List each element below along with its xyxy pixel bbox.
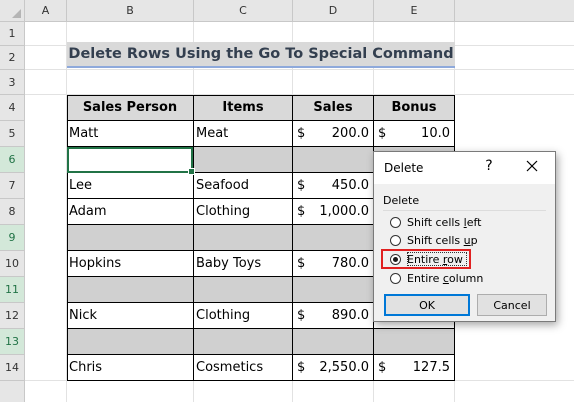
bonus-value: 127.5 (412, 360, 450, 375)
option-label: Shift cells left (407, 215, 482, 229)
column-header-d[interactable]: D (293, 0, 374, 22)
cell-blank[interactable] (67, 225, 194, 251)
column-header-a[interactable]: A (25, 0, 67, 22)
currency-symbol: $ (297, 204, 306, 219)
active-cell-selection[interactable] (67, 147, 195, 175)
cell-bonus[interactable]: $10.0 (374, 121, 455, 147)
cell-blank[interactable] (293, 277, 374, 303)
header-sales-person[interactable]: Sales Person (67, 95, 194, 121)
row-header-3[interactable]: 3 (0, 70, 25, 95)
cell-blank[interactable] (194, 147, 293, 173)
radio-button[interactable] (390, 272, 401, 284)
column-header-e[interactable]: E (374, 0, 455, 22)
header-bonus[interactable]: Bonus (374, 95, 455, 121)
sheet-title[interactable]: Delete Rows Using the Go To Special Comm… (67, 42, 455, 68)
column-header-c[interactable]: C (194, 0, 293, 22)
fill-handle[interactable] (188, 168, 195, 175)
cell-blank[interactable] (293, 225, 374, 251)
cell-sales[interactable]: $1,000.0 (293, 199, 374, 225)
cell-blank[interactable] (293, 329, 374, 355)
cell-blank[interactable] (293, 147, 374, 173)
cell-sales[interactable]: $450.0 (293, 173, 374, 199)
row-header-2[interactable]: 2 (0, 46, 25, 70)
cancel-button[interactable]: Cancel (477, 294, 547, 316)
currency-symbol: $ (297, 360, 306, 375)
cell-item[interactable]: Cosmetics (194, 355, 293, 381)
highlight-box (381, 249, 471, 269)
cell-item[interactable]: Clothing (194, 303, 293, 329)
row-header-8[interactable]: 8 (0, 199, 25, 225)
select-all-icon (12, 9, 21, 18)
cell-sales[interactable]: $890.0 (293, 303, 374, 329)
row-header-4[interactable]: 4 (0, 95, 25, 121)
cell-person[interactable]: Hopkins (67, 251, 194, 277)
row-header-1[interactable]: 1 (0, 22, 25, 46)
group-separator (383, 210, 546, 211)
option-label: Shift cells up (407, 233, 478, 247)
cell-item[interactable]: Baby Toys (194, 251, 293, 277)
cell-person[interactable]: Adam (67, 199, 194, 225)
cell-blank[interactable] (374, 329, 455, 355)
currency-symbol: $ (297, 126, 306, 141)
sales-value: 200.0 (331, 126, 369, 141)
currency-symbol: $ (297, 256, 306, 271)
sales-value: 1,000.0 (319, 204, 369, 219)
option-shift-cells-left[interactable]: Shift cells left (390, 214, 481, 230)
help-icon[interactable]: ? (482, 158, 496, 174)
row-header-7[interactable]: 7 (0, 173, 25, 199)
radio-button[interactable] (390, 234, 401, 246)
sales-value: 890.0 (331, 308, 369, 323)
currency-symbol: $ (378, 360, 387, 375)
sales-value: 2,550.0 (319, 360, 369, 375)
cell-person[interactable]: Lee (67, 173, 194, 199)
row-header-5[interactable]: 5 (0, 121, 25, 147)
currency-symbol: $ (297, 308, 306, 323)
gridline (25, 69, 574, 70)
option-shift-cells-up[interactable]: Shift cells up (390, 232, 478, 248)
cell-person[interactable]: Matt (67, 121, 194, 147)
row-header-10[interactable]: 10 (0, 251, 25, 277)
header-sales[interactable]: Sales (293, 95, 374, 121)
dialog-title: Delete (384, 161, 424, 175)
row-header-9[interactable]: 9 (0, 225, 25, 251)
cell-sales[interactable]: $200.0 (293, 121, 374, 147)
cell-blank[interactable] (67, 329, 194, 355)
spreadsheet: A B C D E 1 2 3 4 5 6 7 8 9 10 11 12 13 … (0, 0, 574, 402)
cell-item[interactable]: Seafood (194, 173, 293, 199)
cell-item[interactable]: Meat (194, 121, 293, 147)
row-header-6[interactable]: 6 (0, 147, 25, 173)
group-label: Delete (383, 194, 420, 207)
row-header-11[interactable]: 11 (0, 277, 25, 303)
column-header-b[interactable]: B (67, 0, 194, 22)
row-header-12[interactable]: 12 (0, 303, 25, 329)
header-items[interactable]: Items (194, 95, 293, 121)
bonus-value: 10.0 (421, 126, 450, 141)
row-header-13[interactable]: 13 (0, 329, 25, 355)
row-header-14[interactable]: 14 (0, 355, 25, 381)
cell-item[interactable]: Clothing (194, 199, 293, 225)
select-all-corner[interactable] (0, 0, 25, 22)
option-label: Entire column (407, 271, 484, 285)
cell-person[interactable]: Nick (67, 303, 194, 329)
radio-button[interactable] (390, 216, 401, 228)
ok-button[interactable]: OK (384, 294, 470, 316)
currency-symbol: $ (378, 126, 387, 141)
currency-symbol: $ (297, 178, 306, 193)
cell-bonus[interactable]: $127.5 (374, 355, 455, 381)
close-icon[interactable] (524, 158, 540, 174)
row-header-15 (0, 381, 25, 402)
column-header-blank (455, 0, 574, 22)
cell-sales[interactable]: $780.0 (293, 251, 374, 277)
dialog-title-bar[interactable]: Delete ? (374, 152, 555, 184)
sales-value: 780.0 (331, 256, 369, 271)
cell-blank[interactable] (67, 277, 194, 303)
sales-value: 450.0 (331, 178, 369, 193)
cell-blank[interactable] (194, 277, 293, 303)
cell-sales[interactable]: $2,550.0 (293, 355, 374, 381)
cell-blank[interactable] (194, 329, 293, 355)
cell-blank[interactable] (194, 225, 293, 251)
cell-person[interactable]: Chris (67, 355, 194, 381)
option-entire-column[interactable]: Entire column (390, 270, 483, 286)
